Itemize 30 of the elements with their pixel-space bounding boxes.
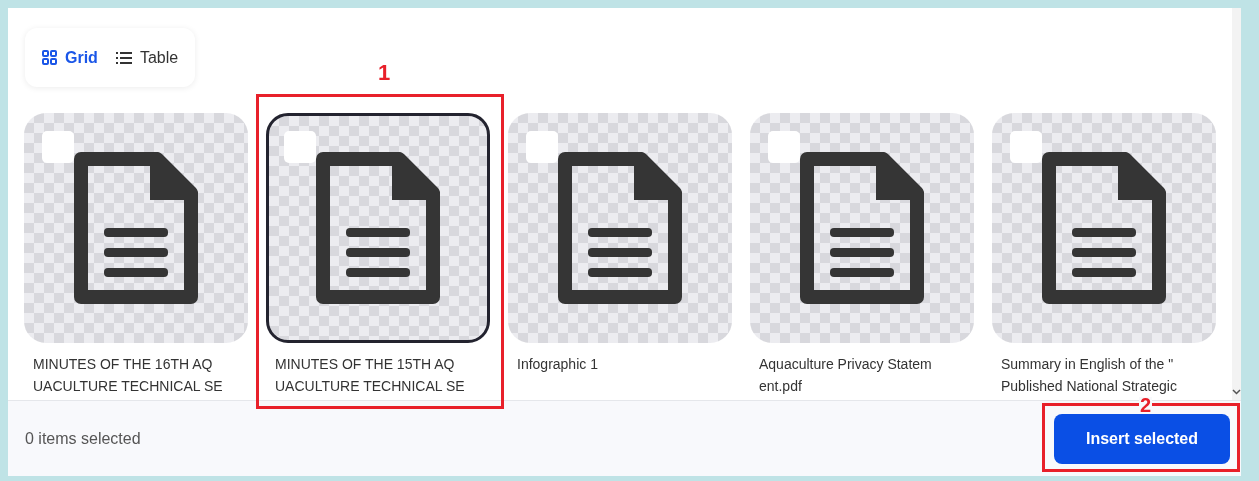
file-name: MINUTES OF THE 16TH AQ UACULTURE TECHNICAL SE — [32, 355, 224, 396]
document-icon — [558, 152, 682, 304]
checkbox[interactable] — [526, 131, 558, 163]
document-icon — [800, 152, 924, 304]
file-thumbnail[interactable] — [992, 113, 1216, 343]
file-name: Aquaculture Privacy Statem ent.pdf — [758, 355, 933, 396]
document-icon — [316, 152, 440, 304]
file-thumbnail[interactable] — [508, 113, 732, 343]
file-thumbnail[interactable] — [266, 113, 490, 343]
grid-icon — [42, 50, 57, 65]
checkbox[interactable] — [1010, 131, 1042, 163]
annotation-number: 1 — [376, 59, 392, 87]
file-name: Summary in English of the " Published National Strategic — [1000, 355, 1178, 396]
file-name: MINUTES OF THE 15TH AQ UACULTURE TECHNICAL SE — [274, 355, 466, 396]
selection-count: 0 items selected — [25, 428, 141, 449]
checkbox[interactable] — [284, 131, 316, 163]
document-icon — [1042, 152, 1166, 304]
file-thumbnail[interactable] — [750, 113, 974, 343]
chevron-down-icon[interactable] — [1232, 388, 1241, 396]
annotation-number: 2 — [1139, 397, 1153, 414]
document-icon — [74, 152, 198, 304]
insert-selected-button[interactable]: Insert selected — [1054, 413, 1230, 464]
checkbox[interactable] — [42, 131, 74, 163]
scrollbar[interactable] — [1232, 8, 1241, 400]
file-thumbnail[interactable] — [24, 113, 248, 343]
file-name: Infographic 1 — [516, 355, 599, 374]
checkbox[interactable] — [768, 131, 800, 163]
view-tab[interactable]: Table — [115, 45, 179, 70]
view-tab[interactable]: Grid — [42, 45, 98, 70]
list-icon — [115, 51, 132, 64]
